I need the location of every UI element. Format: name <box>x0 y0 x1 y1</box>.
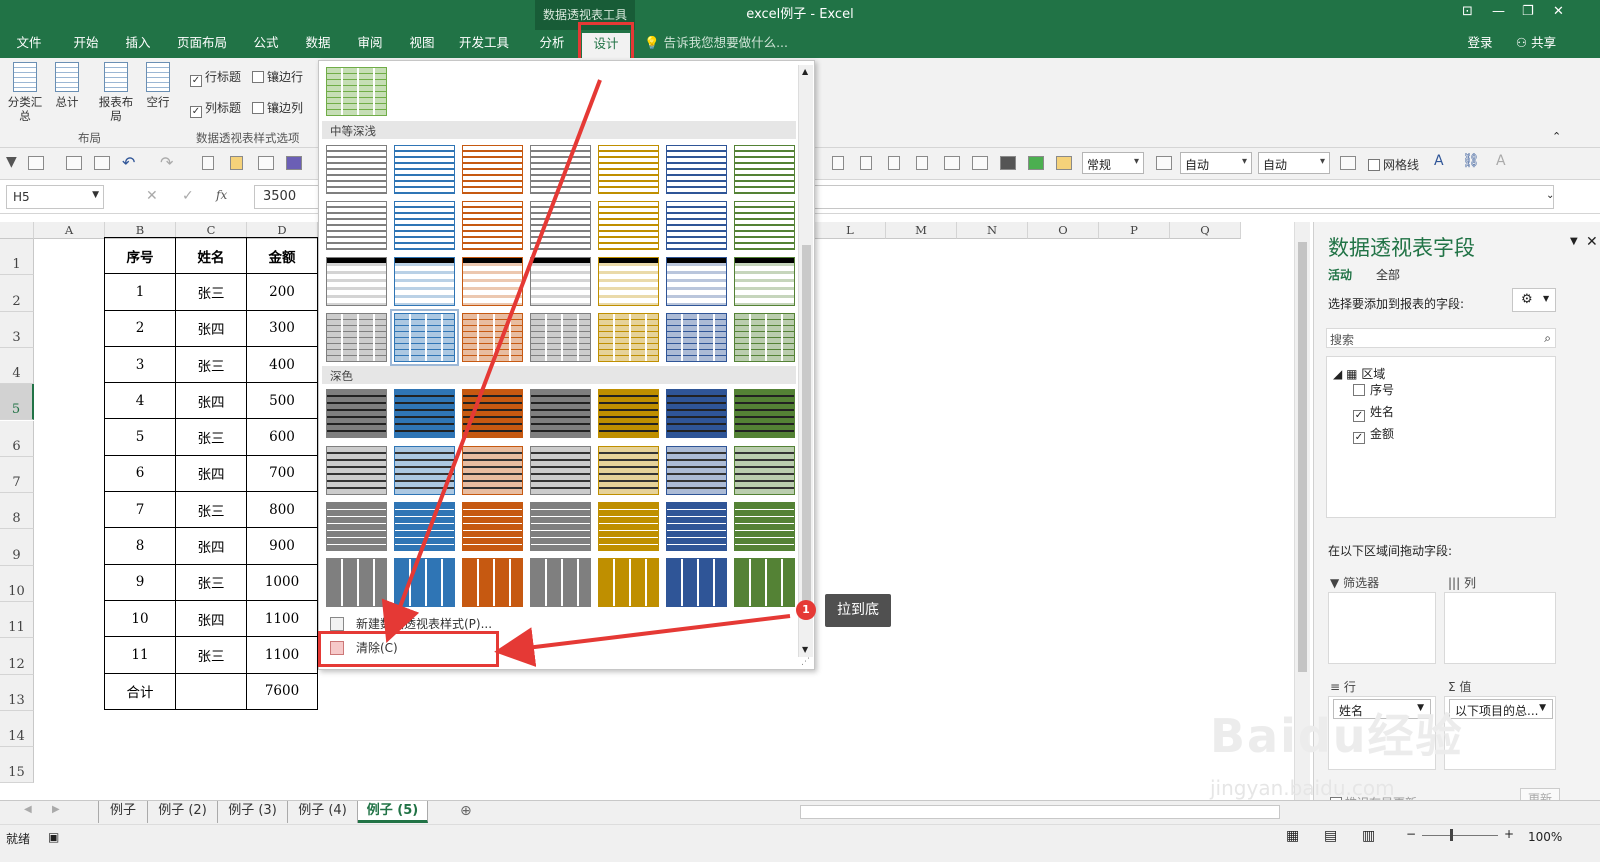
values-zone-header: Σ 值 <box>1448 680 1472 694</box>
arrow-badge-to-clear <box>494 614 791 667</box>
panel-settings-button[interactable]: ⚙ ▼ <box>1512 288 1556 312</box>
field-item-xuhao[interactable]: 序号 <box>1353 381 1394 398</box>
normal-view-icon[interactable]: ▦ <box>1286 828 1299 844</box>
filters-zone[interactable] <box>1328 592 1436 664</box>
status-ready: 就绪 <box>6 832 31 846</box>
sheet-tab-3[interactable]: 例子 (3) <box>218 801 288 823</box>
zoom-in-icon[interactable]: + <box>1504 827 1514 841</box>
scroll-tooltip: 拉到底 <box>825 594 891 627</box>
arrow-design-to-new <box>381 79 602 643</box>
field-item-jine[interactable]: ✓ 金额 <box>1353 425 1394 444</box>
panel-close-icon[interactable]: ✕ <box>1586 234 1598 250</box>
zoom-slider-thumb[interactable] <box>1450 829 1453 841</box>
macro-record-icon[interactable]: ▣ <box>48 830 59 844</box>
columns-zone[interactable] <box>1444 592 1556 664</box>
columns-zone-header: ||| 列 <box>1448 576 1476 590</box>
status-bar: 就绪 ▣ ▦ ▤ ▥ − + 100% <box>0 824 1600 862</box>
sheet-tab-4[interactable]: 例子 (4) <box>288 801 358 823</box>
value-field-pill[interactable]: 以下项目的总... <box>1449 699 1553 719</box>
drag-fields-label: 在以下区域间拖动字段: <box>1328 544 1453 558</box>
zoom-out-icon[interactable]: − <box>1406 827 1416 841</box>
chevron-down-icon: ▼ <box>1543 294 1550 303</box>
columns-icon: ||| <box>1448 576 1461 590</box>
prev-sheet-icon[interactable]: ◀ <box>24 804 32 815</box>
filter-icon: ▼ <box>1330 576 1340 590</box>
add-sheet-icon[interactable]: ⊕ <box>460 803 472 819</box>
next-sheet-icon[interactable]: ▶ <box>52 804 60 815</box>
table-icon: ▦ <box>1346 367 1358 381</box>
panel-tab-active[interactable]: 活动 <box>1328 266 1352 283</box>
sheet-tab-bar: ◀ ▶ 例子 例子 (2) 例子 (3) 例子 (4) 例子 (5) ⊕ <box>0 800 1600 824</box>
watermark-brand: Baidu经验 <box>1210 709 1464 763</box>
sigma-icon: Σ <box>1448 680 1456 694</box>
panel-options-icon[interactable]: ▼ <box>1570 236 1578 247</box>
checkbox-checked-icon: ✓ <box>1353 432 1365 444</box>
page-layout-view-icon[interactable]: ▤ <box>1324 828 1337 844</box>
panel-tab-all[interactable]: 全部 <box>1376 266 1400 283</box>
choose-fields-label: 选择要添加到报表的字段: <box>1328 297 1465 311</box>
collapse-icon: ◢ <box>1333 367 1343 381</box>
field-list: ◢ ▦ 区域 序号 ✓ 姓名 ✓ 金额 <box>1326 356 1556 518</box>
watermark-url: jingyan.baidu.com <box>1210 776 1395 800</box>
horizontal-scrollbar[interactable] <box>800 805 1280 819</box>
sheet-tab-1[interactable]: 例子 <box>98 801 148 823</box>
page-break-view-icon[interactable]: ▥ <box>1362 828 1375 844</box>
checkbox-empty-icon <box>1353 384 1365 396</box>
search-icon: ⌕ <box>1544 331 1551 345</box>
filters-zone-header: ▼ 筛选器 <box>1330 576 1380 590</box>
checkbox-checked-icon: ✓ <box>1353 410 1365 422</box>
step-badge: 1 <box>796 600 816 620</box>
zoom-slider[interactable] <box>1422 835 1498 836</box>
field-item-xingming[interactable]: ✓ 姓名 <box>1353 403 1394 422</box>
rows-zone-header: ≡ 行 <box>1330 680 1356 694</box>
field-search-input[interactable]: 搜索 ⌕ <box>1326 328 1556 348</box>
sheet-tab-2[interactable]: 例子 (2) <box>148 801 218 823</box>
zoom-level[interactable]: 100% <box>1528 830 1562 844</box>
panel-title: 数据透视表字段 <box>1328 236 1475 260</box>
table-node[interactable]: ◢ ▦ 区域 <box>1333 365 1385 382</box>
sheet-tab-5[interactable]: 例子 (5) <box>358 801 428 823</box>
gear-icon: ⚙ <box>1521 292 1533 307</box>
rows-icon: ≡ <box>1330 680 1341 694</box>
